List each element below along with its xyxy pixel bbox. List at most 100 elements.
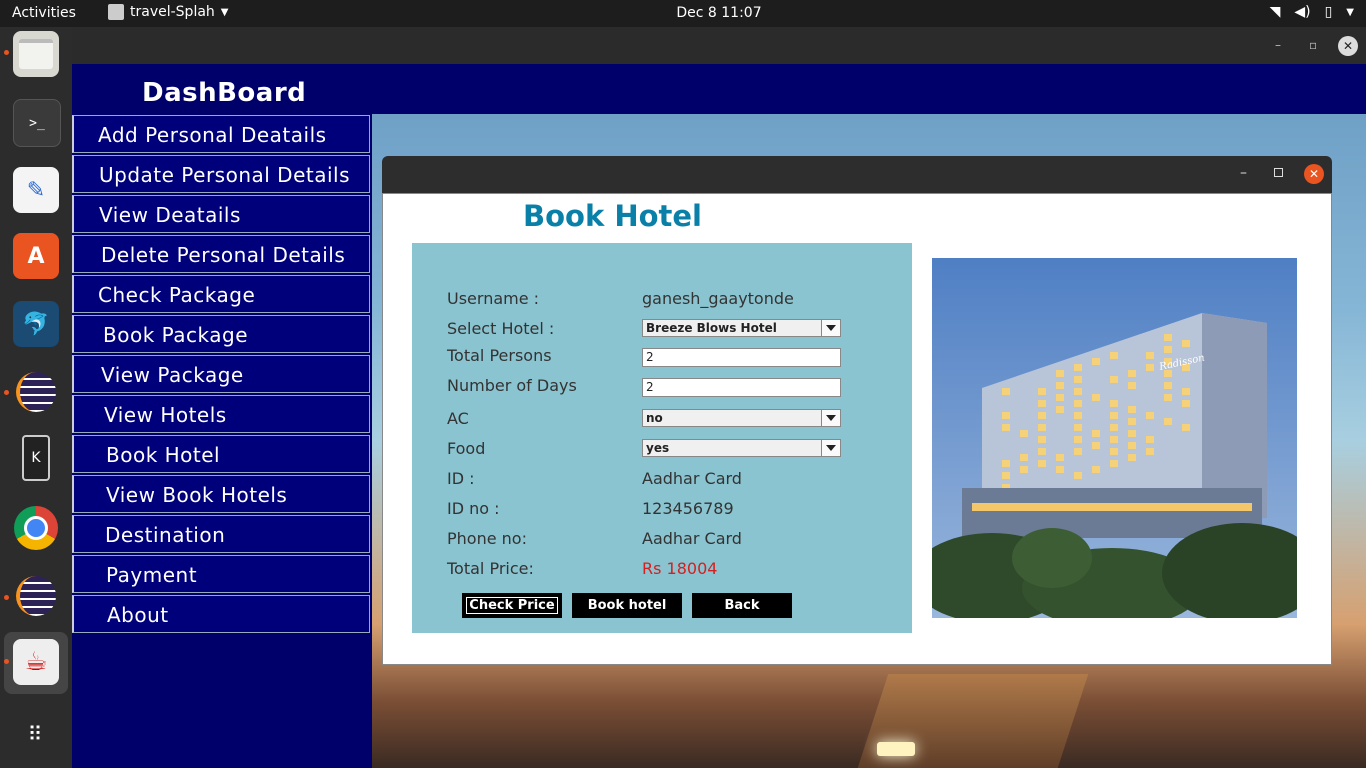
hotel-window bbox=[1002, 424, 1010, 431]
sidebar-item-view-hotels[interactable]: View Hotels bbox=[72, 395, 370, 433]
chrome-icon[interactable] bbox=[13, 505, 59, 551]
hotel-window bbox=[1092, 442, 1100, 449]
sidebar-item-destination[interactable]: Destination bbox=[72, 515, 370, 553]
software-center-icon[interactable]: A bbox=[13, 233, 59, 279]
sidebar-item-check-package[interactable]: Check Package bbox=[72, 275, 370, 313]
hotel-window bbox=[1002, 472, 1010, 479]
sidebar-item-delete-personal-details[interactable]: Delete Personal Details bbox=[72, 235, 370, 273]
hotel-window bbox=[1092, 430, 1100, 437]
sidebar-item-add-personal-details[interactable]: Add Personal Deatails bbox=[72, 115, 370, 153]
phone-label: Phone no: bbox=[447, 529, 527, 548]
hotel-window bbox=[1146, 448, 1154, 455]
chevron-down-icon[interactable] bbox=[821, 440, 840, 456]
dialog-titlebar[interactable] bbox=[382, 156, 1332, 193]
hotel-window bbox=[1074, 472, 1082, 479]
hotel-window bbox=[1074, 448, 1082, 455]
sidebar-item-view-package[interactable]: View Package bbox=[72, 355, 370, 393]
text-editor-icon[interactable]: ✎ bbox=[13, 167, 59, 213]
select-hotel-label: Select Hotel : bbox=[447, 319, 554, 338]
food-dropdown[interactable]: yes bbox=[642, 439, 841, 457]
hotel-window bbox=[1056, 406, 1064, 413]
hotel-window bbox=[1146, 364, 1154, 371]
sidebar-item-payment[interactable]: Payment bbox=[72, 555, 370, 593]
mysql-workbench-icon[interactable]: 🐬 bbox=[13, 301, 59, 347]
clock[interactable]: Dec 8 11:07 bbox=[0, 5, 1366, 21]
total-price-label: Total Price: bbox=[447, 559, 534, 578]
total-persons-label: Total Persons bbox=[447, 346, 552, 365]
hotel-window bbox=[1164, 382, 1172, 389]
running-indicator bbox=[4, 659, 9, 664]
hotel-window bbox=[1038, 460, 1046, 467]
java-app-icon[interactable]: ☕ bbox=[13, 639, 59, 685]
phone-value: Aadhar Card bbox=[642, 529, 742, 548]
maximize-icon[interactable]: ▫ bbox=[1309, 38, 1317, 52]
volume-icon: ◀) bbox=[1294, 4, 1310, 20]
number-of-days-input[interactable]: 2 bbox=[642, 378, 841, 397]
hotel-photo: Radisson bbox=[932, 258, 1297, 618]
system-tray[interactable]: ◥ ◀) ▯ ▼ bbox=[1270, 4, 1354, 20]
hotel-window bbox=[1056, 454, 1064, 461]
dashboard-title: DashBoard bbox=[142, 78, 306, 108]
hotel-window bbox=[1020, 466, 1028, 473]
check-price-button[interactable]: Check Price bbox=[462, 593, 562, 618]
username-label: Username : bbox=[447, 289, 539, 308]
running-indicator bbox=[4, 595, 9, 600]
ac-value: no bbox=[646, 411, 663, 425]
sidebar-item-view-book-hotels[interactable]: View Book Hotels bbox=[72, 475, 370, 513]
hotel-window bbox=[1074, 364, 1082, 371]
close-icon[interactable]: ✕ bbox=[1304, 164, 1324, 184]
chevron-down-icon[interactable] bbox=[821, 320, 840, 336]
maximize-icon[interactable] bbox=[1274, 168, 1283, 177]
sidebar-item-update-personal-details[interactable]: Update Personal Details bbox=[72, 155, 370, 193]
ac-dropdown[interactable]: no bbox=[642, 409, 841, 427]
minimize-icon[interactable]: – bbox=[1275, 38, 1281, 52]
sidebar-item-about[interactable]: About bbox=[72, 595, 370, 633]
select-hotel-dropdown[interactable]: Breeze Blows Hotel bbox=[642, 319, 841, 337]
hotel-window bbox=[1074, 400, 1082, 407]
chevron-down-icon: ▼ bbox=[1346, 4, 1354, 20]
terminal-icon[interactable]: >_ bbox=[13, 99, 61, 147]
chevron-down-icon[interactable] bbox=[821, 410, 840, 426]
hotel-window bbox=[1164, 346, 1172, 353]
page-title: Book Hotel bbox=[523, 199, 702, 233]
hotel-window bbox=[1128, 454, 1136, 461]
ac-label: AC bbox=[447, 409, 469, 428]
food-label: Food bbox=[447, 439, 485, 458]
hotel-window bbox=[1092, 466, 1100, 473]
hotel-window bbox=[1182, 340, 1190, 347]
hotel-window bbox=[1038, 388, 1046, 395]
hotel-window bbox=[1074, 436, 1082, 443]
hotel-window bbox=[1074, 424, 1082, 431]
main-window-titlebar[interactable] bbox=[72, 27, 1366, 64]
show-apps-icon[interactable]: ⠿ bbox=[13, 711, 59, 757]
hotel-window bbox=[1182, 388, 1190, 395]
eclipse-icon-2[interactable] bbox=[13, 573, 59, 619]
hotel-window bbox=[1038, 412, 1046, 419]
eclipse-icon[interactable] bbox=[13, 369, 59, 415]
hotel-window bbox=[1128, 406, 1136, 413]
hotel-window bbox=[1056, 382, 1064, 389]
back-button[interactable]: Back bbox=[692, 593, 792, 618]
close-icon[interactable]: ✕ bbox=[1338, 36, 1358, 56]
hotel-window bbox=[1020, 430, 1028, 437]
book-hotel-button[interactable]: Book hotel bbox=[572, 593, 682, 618]
id-no-label: ID no : bbox=[447, 499, 500, 518]
number-of-days-label: Number of Days bbox=[447, 376, 577, 395]
total-persons-input[interactable]: 2 bbox=[642, 348, 841, 367]
hotel-window bbox=[1038, 424, 1046, 431]
food-value: yes bbox=[646, 441, 669, 455]
hotel-window bbox=[1182, 424, 1190, 431]
id-no-value: 123456789 bbox=[642, 499, 734, 518]
sidebar-item-view-details[interactable]: View Deatails bbox=[72, 195, 370, 233]
hotel-window bbox=[1146, 412, 1154, 419]
hotel-window bbox=[1002, 460, 1010, 467]
kde-connect-icon[interactable]: K bbox=[13, 435, 59, 481]
sidebar-item-book-package[interactable]: Book Package bbox=[72, 315, 370, 353]
files-icon[interactable] bbox=[13, 31, 59, 77]
minimize-icon[interactable]: – bbox=[1240, 165, 1247, 181]
hotel-window bbox=[1128, 442, 1136, 449]
hotel-window bbox=[1128, 430, 1136, 437]
hotel-window bbox=[1110, 448, 1118, 455]
hotel-window bbox=[1164, 394, 1172, 401]
sidebar-item-book-hotel[interactable]: Book Hotel bbox=[72, 435, 370, 473]
